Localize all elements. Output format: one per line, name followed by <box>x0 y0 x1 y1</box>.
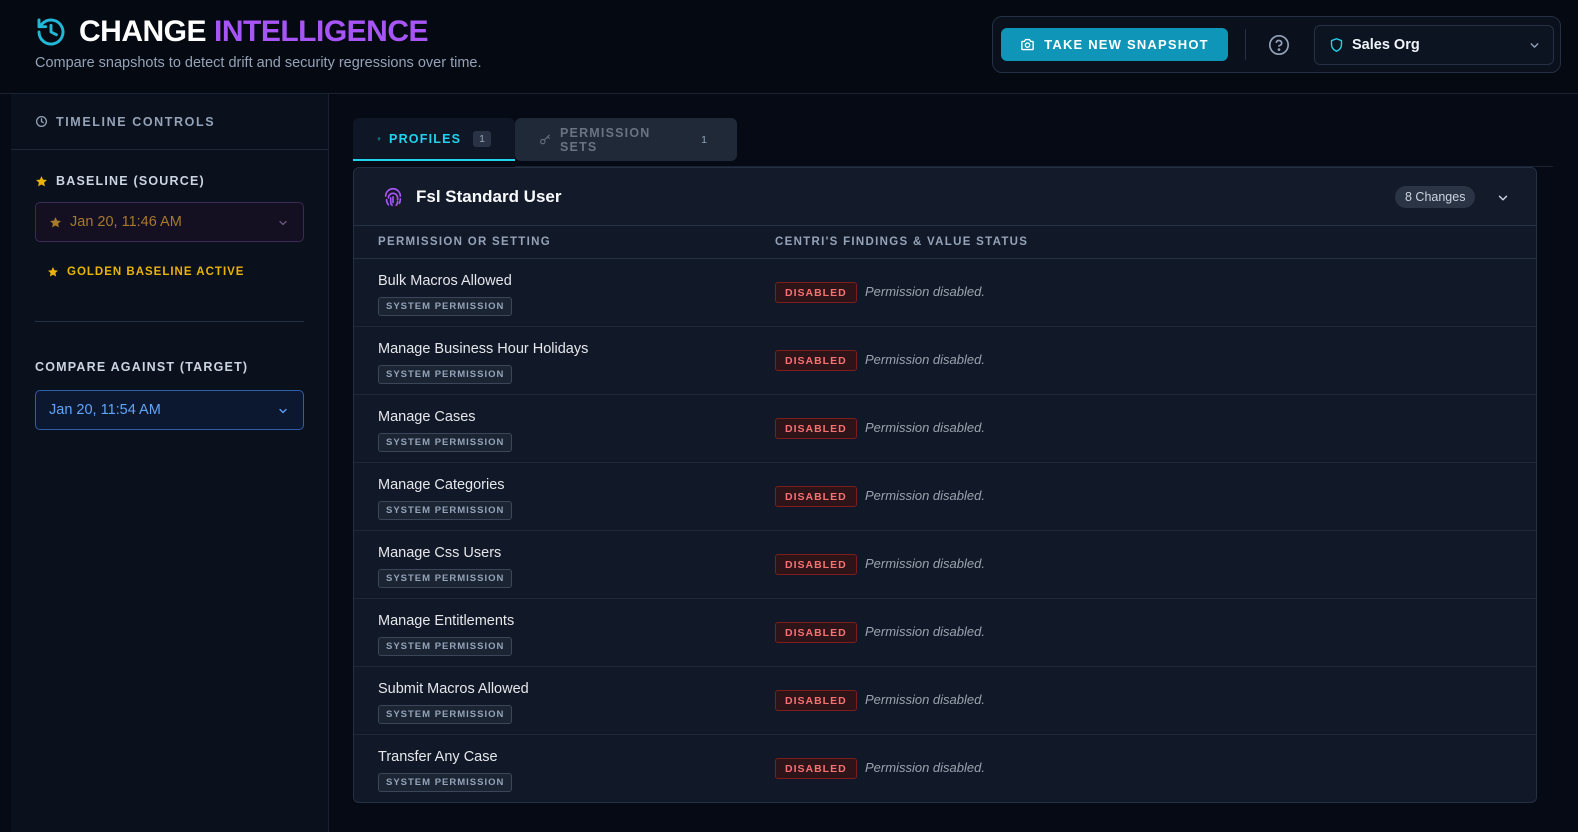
page-title: CHANGE INTELLIGENCE <box>79 15 429 48</box>
target-label-text: COMPARE AGAINST (TARGET) <box>35 360 249 374</box>
fingerprint-icon <box>377 136 381 141</box>
table-row: Transfer Any Case SYSTEM PERMISSION DISABL… <box>354 735 1536 802</box>
finding-text: Permission disabled. <box>865 624 985 639</box>
status-badge: DISABLED <box>775 282 857 303</box>
tab-profiles[interactable]: PROFILES 1 <box>353 118 515 161</box>
permission-type-badge: SYSTEM PERMISSION <box>378 433 513 452</box>
key-icon <box>540 134 550 144</box>
chevron-down-icon[interactable] <box>1496 191 1510 205</box>
profile-diff-panel: Fsl Standard User 8 Changes PERMISSION O… <box>353 167 1537 803</box>
finding-text: Permission disabled. <box>865 420 985 435</box>
tab-profiles-count: 1 <box>473 130 491 147</box>
toolbar-divider <box>1245 29 1246 60</box>
finding-text: Permission disabled. <box>865 488 985 503</box>
status-badge: DISABLED <box>775 622 857 643</box>
table-row: Manage Cases SYSTEM PERMISSION DISABLED Per… <box>354 395 1536 463</box>
target-value: Jan 20, 11:54 AM <box>49 402 161 418</box>
status-badge: DISABLED <box>775 486 857 507</box>
star-icon <box>36 175 47 186</box>
permission-name: Manage Business Hour Holidays <box>378 341 589 357</box>
header-toolbar: TAKE NEW SNAPSHOT Sales Org <box>992 16 1561 73</box>
status-badge: DISABLED <box>775 554 857 575</box>
tab-permission-sets-label: PERMISSION SETS <box>560 125 651 154</box>
chevron-down-icon <box>279 408 287 414</box>
table-body: Bulk Macros Allowed SYSTEM PERMISSION DISA… <box>354 259 1536 802</box>
take-snapshot-label: TAKE NEW SNAPSHOT <box>1044 37 1209 52</box>
column-header-findings: CENTRI'S FINDINGS & VALUE STATUS <box>775 236 1029 248</box>
fingerprint-icon <box>384 187 402 206</box>
permission-name: Submit Macros Allowed <box>378 681 529 697</box>
target-label: COMPARE AGAINST (TARGET) <box>35 360 248 374</box>
column-header-setting: PERMISSION OR SETTING <box>378 236 551 248</box>
tab-permission-sets[interactable]: PERMISSION SETS 1 <box>515 118 737 161</box>
chevron-down-icon <box>1530 43 1539 48</box>
history-icon <box>37 18 65 46</box>
chevron-down-icon <box>279 220 287 226</box>
table-row: Manage Entitlements SYSTEM PERMISSION DISA… <box>354 599 1536 667</box>
finding-text: Permission disabled. <box>865 352 985 367</box>
profile-header[interactable]: Fsl Standard User 8 Changes <box>354 168 1536 226</box>
sidebar-divider <box>35 321 304 322</box>
table-row: Manage Categories SYSTEM PERMISSION DISABL… <box>354 463 1536 531</box>
status-badge: DISABLED <box>775 350 857 371</box>
golden-baseline-text: GOLDEN BASELINE ACTIVE <box>67 266 245 278</box>
finding-text: Permission disabled. <box>865 692 985 707</box>
baseline-label-text: BASELINE (SOURCE) <box>56 174 205 188</box>
table-header: PERMISSION OR SETTING CENTRI'S FINDINGS … <box>354 226 1536 259</box>
timeline-controls-heading: TIMELINE CONTROLS <box>11 94 328 150</box>
org-name: Sales Org <box>1352 37 1420 53</box>
permission-type-badge: SYSTEM PERMISSION <box>378 297 513 316</box>
finding-text: Permission disabled. <box>865 284 985 299</box>
page-header: CHANGE INTELLIGENCE Compare snapshots to … <box>0 0 1578 94</box>
permission-type-badge: SYSTEM PERMISSION <box>378 365 513 384</box>
permission-name: Manage Entitlements <box>378 613 515 629</box>
baseline-label: BASELINE (SOURCE) <box>35 174 205 188</box>
table-row: Manage Css Users SYSTEM PERMISSION DISABLE… <box>354 531 1536 599</box>
baseline-select[interactable]: Jan 20, 11:46 AM <box>35 202 304 242</box>
take-snapshot-button[interactable]: TAKE NEW SNAPSHOT <box>1001 28 1228 61</box>
profile-title: Fsl Standard User <box>416 186 562 206</box>
permission-name: Bulk Macros Allowed <box>378 273 512 289</box>
status-badge: DISABLED <box>775 690 857 711</box>
baseline-value: Jan 20, 11:46 AM <box>70 214 182 230</box>
tab-permission-sets-count: 1 <box>701 133 707 146</box>
permission-name: Manage Cases <box>378 409 476 425</box>
permission-type-badge: SYSTEM PERMISSION <box>378 569 513 588</box>
status-badge: DISABLED <box>775 758 857 779</box>
status-badge: DISABLED <box>775 418 857 439</box>
table-row: Manage Business Hour Holidays SYSTEM PERM… <box>354 327 1536 395</box>
golden-baseline-badge: GOLDEN BASELINE ACTIVE <box>47 266 244 278</box>
brand: CHANGE INTELLIGENCE <box>35 15 429 48</box>
shield-icon <box>1330 38 1343 52</box>
help-icon[interactable] <box>1268 34 1290 56</box>
finding-text: Permission disabled. <box>865 760 985 775</box>
permission-name: Manage Css Users <box>378 545 502 561</box>
tab-profiles-label: PROFILES <box>389 131 462 146</box>
star-icon <box>50 216 61 227</box>
camera-icon <box>1021 38 1034 51</box>
permission-type-badge: SYSTEM PERMISSION <box>378 501 513 520</box>
permission-type-badge: SYSTEM PERMISSION <box>378 637 513 656</box>
org-selector[interactable]: Sales Org <box>1314 25 1554 65</box>
tab-bar: PROFILES 1 PERMISSION SETS 1 <box>353 118 737 161</box>
timeline-sidebar: TIMELINE CONTROLS BASELINE (SOURCE) Jan … <box>11 94 329 832</box>
clock-icon <box>35 115 48 128</box>
permission-name: Manage Categories <box>378 477 505 493</box>
table-row: Submit Macros Allowed SYSTEM PERMISSION DI… <box>354 667 1536 735</box>
permission-type-badge: SYSTEM PERMISSION <box>378 773 513 792</box>
changes-count-badge: 8 Changes <box>1395 186 1476 208</box>
permission-name: Transfer Any Case <box>378 749 498 765</box>
page-subtitle: Compare snapshots to detect drift and se… <box>35 55 482 71</box>
star-icon <box>48 267 58 277</box>
finding-text: Permission disabled. <box>865 556 985 571</box>
timeline-controls-label: TIMELINE CONTROLS <box>56 114 216 129</box>
permission-type-badge: SYSTEM PERMISSION <box>378 705 513 724</box>
target-select[interactable]: Jan 20, 11:54 AM <box>35 390 304 430</box>
table-row: Bulk Macros Allowed SYSTEM PERMISSION DISA… <box>354 259 1536 327</box>
